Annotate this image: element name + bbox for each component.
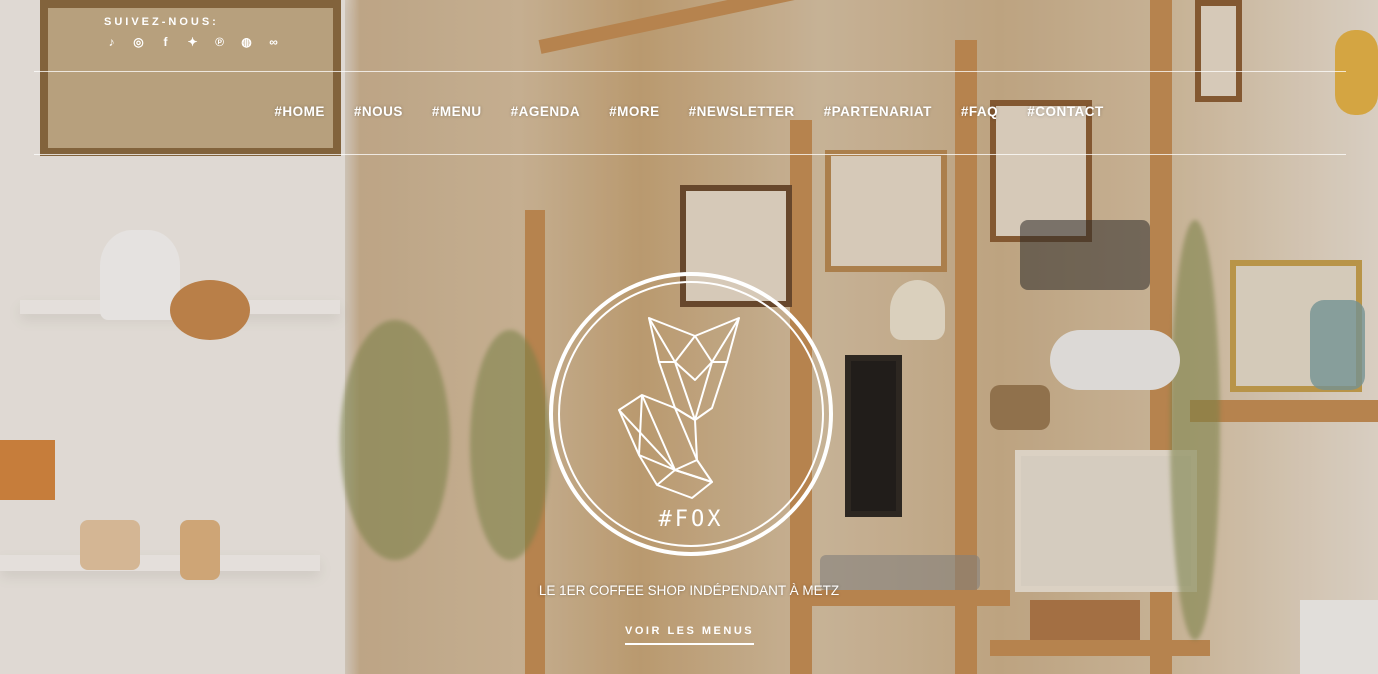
view-menus-button[interactable]: VOIR LES MENUS xyxy=(625,625,755,645)
fox-logo[interactable]: #FOX xyxy=(547,270,835,558)
nav-item-nous[interactable]: #NOUS xyxy=(354,104,403,119)
snapchat-icon[interactable]: ◍ xyxy=(239,35,254,50)
hero-tagline: LE 1ER COFFEE SHOP INDÉPENDANT À METZ xyxy=(538,583,840,598)
nav-item-faq[interactable]: #FAQ xyxy=(961,104,998,119)
twitter-icon[interactable]: ✦ xyxy=(185,35,200,50)
tripadvisor-icon[interactable]: ∞ xyxy=(266,35,281,50)
pinterest-icon[interactable]: ℗ xyxy=(212,35,227,50)
facebook-icon[interactable]: f xyxy=(158,35,173,50)
nav-item-agenda[interactable]: #AGENDA xyxy=(511,104,581,119)
nav-top-divider xyxy=(34,71,1346,72)
nav-item-menu[interactable]: #MENU xyxy=(432,104,482,119)
nav-item-newsletter[interactable]: #NEWSLETTER xyxy=(689,104,795,119)
instagram-icon[interactable]: ◎ xyxy=(131,35,146,50)
tiktok-icon[interactable]: ♪ xyxy=(104,35,119,50)
logo-text: #FOX xyxy=(659,507,724,532)
nav-item-more[interactable]: #MORE xyxy=(609,104,660,119)
nav-item-home[interactable]: #HOME xyxy=(274,104,325,119)
fox-geometric-icon xyxy=(618,317,740,499)
social-block: SUIVEZ-NOUS: ♪ ◎ f ✦ ℗ ◍ ∞ xyxy=(104,16,281,50)
nav-item-contact[interactable]: #CONTACT xyxy=(1027,104,1104,119)
main-nav: #HOME #NOUS #MENU #AGENDA #MORE #NEWSLET… xyxy=(0,104,1378,119)
nav-bottom-divider xyxy=(34,154,1346,155)
social-label: SUIVEZ-NOUS: xyxy=(104,16,219,28)
nav-item-partenariat[interactable]: #PARTENARIAT xyxy=(824,104,932,119)
